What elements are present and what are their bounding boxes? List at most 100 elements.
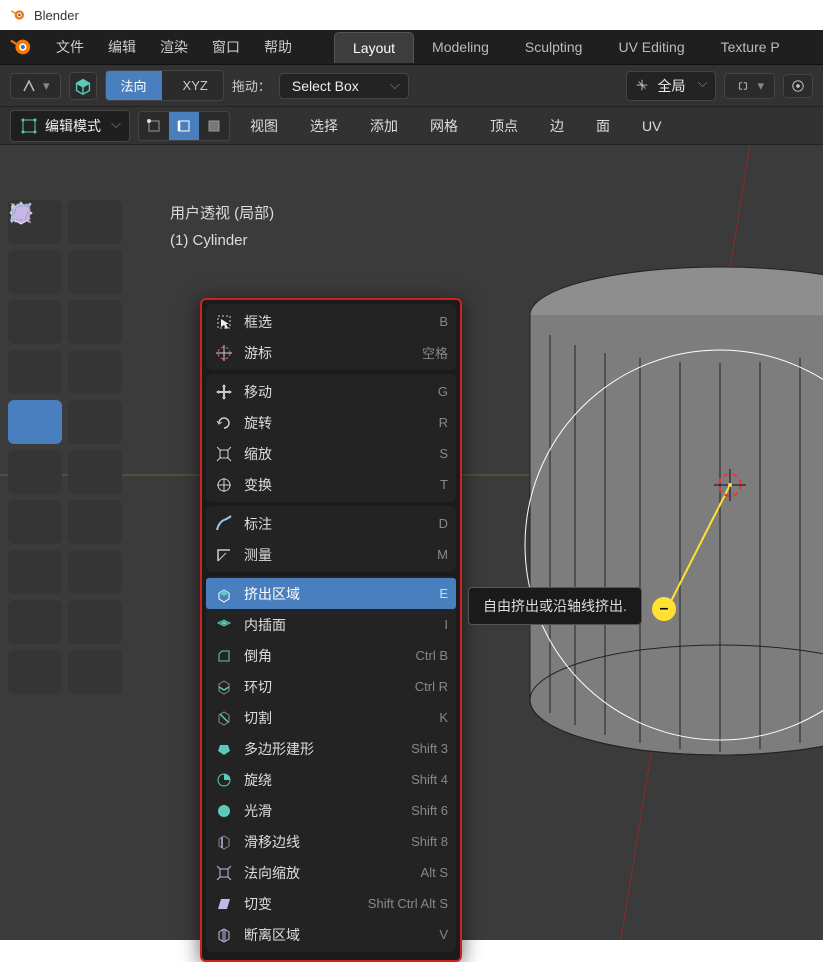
- ctx-shortcut: Shift 4: [411, 772, 448, 787]
- menu-file[interactable]: 文件: [44, 32, 96, 62]
- ws-layout[interactable]: Layout: [334, 32, 414, 63]
- ctx-annotate[interactable]: 标注D: [206, 508, 456, 539]
- ctx-loopcut[interactable]: 环切Ctrl R: [206, 671, 456, 702]
- hmenu-mesh[interactable]: 网格: [418, 112, 470, 140]
- drag-mode-dropdown[interactable]: Select Box: [279, 73, 409, 99]
- tool-inset[interactable]: [68, 400, 122, 444]
- inset-icon: [214, 615, 234, 635]
- ctx-shortcut: Shift 8: [411, 834, 448, 849]
- drag-label: 拖动：: [232, 76, 271, 95]
- ctx-shortcut: Shift Ctrl Alt S: [368, 896, 448, 911]
- link-toggle[interactable]: ▾: [724, 73, 775, 99]
- tool-edgeslide[interactable]: [8, 600, 62, 644]
- face-select-mode[interactable]: [199, 112, 229, 140]
- ctx-extrude[interactable]: 挤出区域E: [206, 578, 456, 609]
- ctx-rotate[interactable]: 旋转R: [206, 407, 456, 438]
- hmenu-view[interactable]: 视图: [238, 112, 290, 140]
- extrude-icon: [214, 584, 234, 604]
- drag-mode-value: Select Box: [292, 78, 359, 94]
- ctx-edgeslide[interactable]: 滑移边线Shift 8: [206, 826, 456, 857]
- ctx-knife[interactable]: 切割K: [206, 702, 456, 733]
- ctx-shortcut: M: [437, 547, 448, 562]
- ctx-shortcut: Alt S: [421, 865, 448, 880]
- ctx-smooth[interactable]: 光滑Shift 6: [206, 795, 456, 826]
- tool-knife[interactable]: [8, 500, 62, 544]
- ctx-label: 法向缩放: [244, 863, 421, 883]
- menu-render[interactable]: 渲染: [148, 32, 200, 62]
- transform-orientation-value: 全局: [657, 78, 685, 94]
- ws-uvediting[interactable]: UV Editing: [600, 32, 702, 63]
- vertex-select-mode[interactable]: [139, 112, 169, 140]
- tool-rotate[interactable]: [68, 250, 122, 294]
- hmenu-select[interactable]: 选择: [298, 112, 350, 140]
- ctx-shortcut: 空格: [422, 343, 448, 362]
- tool-transform[interactable]: [68, 300, 122, 344]
- smooth-icon: [214, 801, 234, 821]
- ctx-label: 游标: [244, 343, 422, 363]
- ctx-label: 旋转: [244, 413, 439, 433]
- hmenu-edge[interactable]: 边: [538, 112, 576, 140]
- ctx-shear[interactable]: 切变Shift Ctrl Alt S: [206, 888, 456, 919]
- box-select-icon: [214, 312, 234, 332]
- orientation-toggle[interactable]: 法向 XYZ: [105, 70, 224, 101]
- tool-annotate[interactable]: [8, 350, 62, 394]
- scale-icon: [214, 444, 234, 464]
- ctx-bevel[interactable]: 倒角Ctrl B: [206, 640, 456, 671]
- mode-dropdown[interactable]: 编辑模式: [10, 110, 130, 142]
- tool-scale[interactable]: [8, 300, 62, 344]
- hmenu-add[interactable]: 添加: [358, 112, 410, 140]
- tool-move[interactable]: [8, 250, 62, 294]
- tool-icon-extrude[interactable]: [69, 72, 97, 100]
- menu-window[interactable]: 窗口: [200, 32, 252, 62]
- ctx-shortcut: G: [438, 384, 448, 399]
- tool-polybuild[interactable]: [68, 500, 122, 544]
- snap-dropdown[interactable]: ▾: [10, 73, 61, 99]
- tool-extrude[interactable]: [8, 400, 62, 444]
- hmenu-face[interactable]: 面: [584, 112, 622, 140]
- tool-shrink[interactable]: [68, 600, 122, 644]
- loopcut-icon: [214, 677, 234, 697]
- ctx-move[interactable]: 移动G: [206, 376, 456, 407]
- orient-xyz[interactable]: XYZ: [168, 73, 223, 98]
- tool-smooth[interactable]: [68, 550, 122, 594]
- ws-texture[interactable]: Texture P: [703, 32, 798, 63]
- ctx-label: 标注: [244, 514, 439, 534]
- tooltip: 自由挤出或沿轴线挤出.: [468, 587, 642, 625]
- ctx-scale[interactable]: 缩放S: [206, 438, 456, 469]
- tool-rip[interactable]: [68, 650, 122, 694]
- ctx-shortcut: K: [439, 710, 448, 725]
- ctx-inset[interactable]: 内插面I: [206, 609, 456, 640]
- ws-sculpting[interactable]: Sculpting: [507, 32, 601, 63]
- menu-help[interactable]: 帮助: [252, 32, 304, 62]
- blender-logo-icon: [10, 7, 26, 23]
- hmenu-uv[interactable]: UV: [630, 114, 673, 138]
- ctx-shortcut: S: [439, 446, 448, 461]
- tool-shear[interactable]: [8, 650, 62, 694]
- options-menu[interactable]: [783, 74, 813, 98]
- ctx-polybuild[interactable]: 多边形建形Shift 3: [206, 733, 456, 764]
- tool-measure[interactable]: [68, 350, 122, 394]
- ctx-label: 挤出区域: [244, 584, 439, 604]
- ctx-rip[interactable]: 断离区域V: [206, 919, 456, 950]
- tool-loopcut[interactable]: [68, 450, 122, 494]
- tool-spin[interactable]: [8, 550, 62, 594]
- ws-modeling[interactable]: Modeling: [414, 32, 507, 63]
- transform-orientation-dropdown[interactable]: 全局: [626, 71, 716, 101]
- ctx-transform[interactable]: 变换T: [206, 469, 456, 500]
- orient-normal[interactable]: 法向: [106, 71, 162, 100]
- mouse-cursor-highlight: –: [652, 597, 676, 621]
- ctx-cursor[interactable]: 游标空格: [206, 337, 456, 368]
- hmenu-vertex[interactable]: 顶点: [478, 112, 530, 140]
- ctx-shrink[interactable]: 法向缩放Alt S: [206, 857, 456, 888]
- mode-label: 编辑模式: [45, 116, 101, 136]
- menu-edit[interactable]: 编辑: [96, 32, 148, 62]
- ctx-box-select[interactable]: 框选B: [206, 306, 456, 337]
- ctx-spin[interactable]: 旋绕Shift 4: [206, 764, 456, 795]
- tool-bevel[interactable]: [8, 450, 62, 494]
- rotate-icon: [214, 413, 234, 433]
- blender-menu-icon[interactable]: [10, 36, 32, 58]
- ctx-measure[interactable]: 测量M: [206, 539, 456, 570]
- tool-cursor[interactable]: [68, 200, 122, 244]
- edge-select-mode[interactable]: [169, 112, 199, 140]
- tooltip-text: 自由挤出或沿轴线挤出.: [483, 598, 627, 614]
